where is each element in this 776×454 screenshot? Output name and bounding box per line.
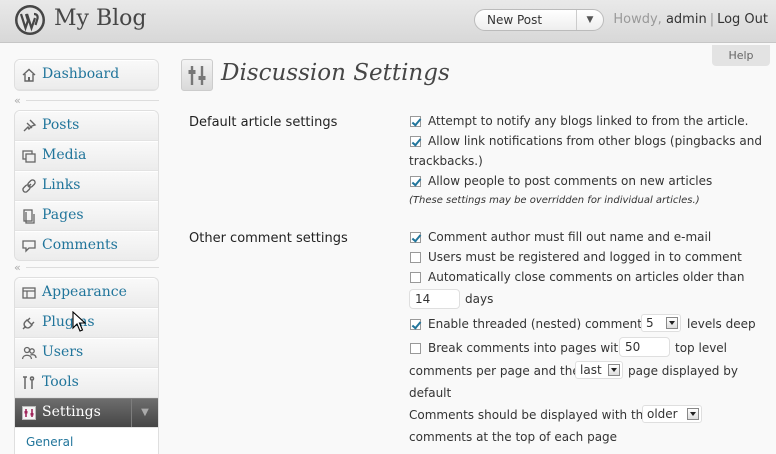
submenu-item-general[interactable]: General [15,428,158,454]
menu-item-tools[interactable]: Tools [15,368,158,398]
default-article-settings-heading: Default article settings [189,115,338,130]
wordpress-logo-icon[interactable] [14,4,46,36]
username-link[interactable]: admin [666,12,707,27]
collapse-arrow-icon[interactable]: « [14,261,21,274]
settings-page-icon [181,59,213,91]
require-name-email-checkbox[interactable] [410,232,421,243]
chevron-down-icon[interactable]: ▼ [131,399,158,427]
default-comments-page-value: last [580,363,602,377]
menu-label-appearance: Appearance [42,284,127,300]
comment-order-select[interactable]: older [642,405,702,423]
menu-label-comments: Comments [42,237,118,253]
menu-label-pages: Pages [42,207,84,223]
user-info: Howdy, admin | Log Out [613,12,768,27]
chain-link-icon [22,179,36,193]
close-comments-checkbox[interactable] [410,272,421,283]
logout-link[interactable]: Log Out [717,12,768,27]
menu-label-media: Media [42,147,87,163]
menu-item-links[interactable]: Links [15,171,158,201]
menu-item-media[interactable]: Media [15,141,158,171]
menu-separator[interactable]: « [14,261,159,274]
default-comments-page-select[interactable]: last [575,361,623,379]
settings-sliders-icon [22,406,36,420]
menu-item-dashboard[interactable]: Dashboard [15,60,158,90]
favorite-actions-dropdown[interactable]: New Post ▼ [474,9,604,31]
comment-order-line2: comments at the top of each page [409,430,618,444]
menu-label-dashboard: Dashboard [42,66,120,82]
media-icon [22,150,36,163]
menu-label-settings: Settings [42,404,101,420]
notify-blogs-label[interactable]: Attempt to notify any blogs linked to fr… [428,114,748,128]
comment-registration-label[interactable]: Users must be registered and logged in t… [428,250,742,264]
favorite-action-new-post[interactable]: New Post [487,13,542,27]
users-icon [21,346,37,360]
comment-registration-checkbox[interactable] [410,252,421,263]
menu-label-tools: Tools [42,374,79,390]
close-comments-days-input[interactable]: 14 [409,289,460,309]
allow-pings-label-continued[interactable]: trackbacks.) [409,154,483,168]
chevron-down-icon[interactable]: ▼ [576,10,603,30]
comments-per-page-input[interactable]: 50 [619,337,670,357]
menu-group-content: Posts Media Links Pages Comments [14,110,159,261]
thread-depth-select[interactable]: 5 [641,314,681,332]
thread-depth-suffix: levels deep [687,317,756,331]
tools-icon [23,376,35,389]
page-title: Discussion Settings [221,60,450,86]
plug-icon [22,317,35,330]
allow-comments-label[interactable]: Allow people to post comments on new art… [428,174,712,188]
menu-item-settings[interactable]: Settings ▼ [15,398,158,428]
speech-bubble-icon [22,240,36,253]
threaded-comments-label[interactable]: Enable threaded (nested) comments [428,317,648,331]
collapse-arrow-icon[interactable]: « [14,94,21,107]
menu-item-pages[interactable]: Pages [15,201,158,231]
comment-order-value: older [647,407,678,421]
default-comments-page-suffix: page displayed by [628,364,738,378]
dropdown-arrow-icon[interactable] [687,408,699,420]
allow-pings-label[interactable]: Allow link notifications from other blog… [428,134,762,148]
menu-separator[interactable]: « [14,94,159,107]
allow-comments-checkbox[interactable] [410,176,421,187]
other-comment-settings-heading: Other comment settings [189,231,348,246]
menu-label-links: Links [42,177,81,193]
page-comments-label[interactable]: Break comments into pages with [428,341,626,355]
howdy-text: Howdy, [613,12,666,27]
dropdown-arrow-icon[interactable] [608,364,620,376]
pages-icon [23,209,35,224]
close-comments-label[interactable]: Automatically close comments on articles… [428,270,744,284]
override-note: (These settings may be overridden for in… [409,195,700,206]
comments-per-page-line2: comments per page and the [409,364,580,378]
mouse-pointer-icon [72,311,87,332]
site-title[interactable]: My Blog [54,6,146,31]
comment-order-label: Comments should be displayed with the [409,408,651,422]
require-name-email-label[interactable]: Comment author must fill out name and e-… [428,230,711,244]
user-info-separator: | [709,12,715,27]
menu-item-appearance[interactable]: Appearance [15,278,158,308]
menu-item-users[interactable]: Users [15,338,158,368]
allow-pings-checkbox[interactable] [410,136,421,147]
close-comments-days-label: days [465,292,494,306]
menu-label-users: Users [42,344,84,360]
admin-header: My Blog New Post ▼ Howdy, admin | Log Out [0,0,776,43]
menu-label-posts: Posts [42,117,80,133]
appearance-icon [22,287,36,299]
menu-group-settings: Appearance Plugins Users Tools Settings … [14,277,159,454]
menu-item-posts[interactable]: Posts [15,111,158,141]
house-icon [22,68,36,82]
comments-per-page-suffix: top level [675,341,728,355]
notify-blogs-checkbox[interactable] [410,116,421,127]
dropdown-arrow-icon[interactable] [666,317,678,329]
menu-item-comments[interactable]: Comments [15,231,158,260]
page-comments-checkbox[interactable] [410,343,421,354]
submenu-label-general: General [26,435,74,449]
thread-depth-value: 5 [646,316,654,330]
pushpin-icon [23,119,37,132]
help-tab[interactable]: Help [712,45,770,66]
default-comments-page-line3: default [409,386,452,400]
threaded-comments-checkbox[interactable] [410,319,421,330]
menu-group-dashboard: Dashboard [14,59,159,91]
